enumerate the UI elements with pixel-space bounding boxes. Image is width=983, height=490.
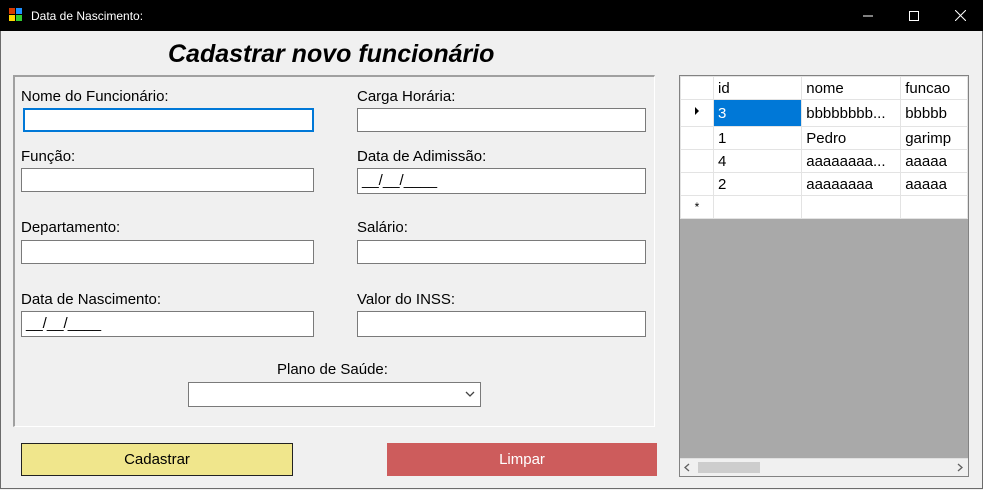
departamento-label: Departamento: xyxy=(21,219,121,236)
scroll-right-icon[interactable] xyxy=(955,463,964,472)
departamento-input[interactable] xyxy=(21,240,314,264)
funcionarios-grid[interactable]: id nome funcao 3 bbbbbbbb... bbbbb 1 Ped… xyxy=(679,75,969,477)
grid-cell-funcao[interactable]: garimp xyxy=(900,126,968,150)
plano-select[interactable] xyxy=(188,382,481,407)
new-row-marker: * xyxy=(680,195,714,219)
table-row[interactable]: 2 aaaaaaaa aaaaa xyxy=(680,172,968,196)
salario-label: Salário: xyxy=(357,219,408,236)
grid-cell-funcao[interactable]: aaaaa xyxy=(900,149,968,173)
grid-cell-id[interactable]: 2 xyxy=(712,172,803,196)
new-row[interactable]: * xyxy=(680,195,968,219)
table-row[interactable]: 3 bbbbbbbb... bbbbb xyxy=(680,99,968,127)
scroll-left-icon[interactable] xyxy=(683,463,692,472)
nome-label: Nome do Funcionário: xyxy=(21,88,169,105)
minimize-icon xyxy=(863,15,873,16)
grid-cell-nome[interactable]: aaaaaaaa... xyxy=(801,149,902,173)
close-button[interactable] xyxy=(937,0,983,31)
grid-cell-id[interactable] xyxy=(712,195,803,219)
nascimento-masked-input[interactable]: __/__/____ xyxy=(21,311,314,337)
row-header-current[interactable] xyxy=(680,99,714,127)
grid-cell-nome[interactable]: aaaaaaaa xyxy=(801,172,902,196)
column-header-nome[interactable]: nome xyxy=(801,76,902,100)
cadastrar-button[interactable]: Cadastrar xyxy=(21,443,293,476)
salario-input[interactable] xyxy=(357,240,646,264)
maximize-icon xyxy=(909,10,919,21)
grid-cell-funcao[interactable]: aaaaa xyxy=(900,172,968,196)
window-title: Data de Nascimento: xyxy=(31,9,144,23)
nascimento-label: Data de Nascimento: xyxy=(21,291,162,308)
row-header[interactable] xyxy=(680,149,714,173)
row-header[interactable] xyxy=(680,126,714,150)
admissao-label: Data de Adimissão: xyxy=(357,148,487,165)
app-icon xyxy=(9,8,23,22)
carga-input[interactable] xyxy=(357,108,646,132)
plano-label: Plano de Saúde: xyxy=(277,361,388,378)
funcao-input[interactable] xyxy=(21,168,314,192)
grid-header-row: id nome funcao xyxy=(680,76,968,100)
grid-cell-id[interactable]: 4 xyxy=(712,149,803,173)
close-icon xyxy=(954,10,966,21)
chevron-down-icon xyxy=(465,391,475,397)
nome-input[interactable] xyxy=(23,108,314,132)
grid-cell-id[interactable]: 3 xyxy=(712,99,803,127)
funcao-label: Função: xyxy=(21,148,76,165)
column-header-id[interactable]: id xyxy=(712,76,803,100)
carga-label: Carga Horária: xyxy=(357,88,456,105)
horizontal-scrollbar[interactable] xyxy=(680,458,968,476)
grid-cell-funcao[interactable]: bbbbb xyxy=(900,99,968,127)
page-title: Cadastrar novo funcionário xyxy=(168,40,495,68)
title-bar: Data de Nascimento: xyxy=(0,0,983,31)
minimize-button[interactable] xyxy=(845,0,891,31)
inss-input[interactable] xyxy=(357,311,646,337)
row-header[interactable] xyxy=(680,172,714,196)
limpar-button[interactable]: Limpar xyxy=(387,443,657,476)
grid-cell-nome[interactable]: Pedro xyxy=(801,126,902,150)
table-row[interactable]: 4 aaaaaaaa... aaaaa xyxy=(680,149,968,173)
grid-table: id nome funcao 3 bbbbbbbb... bbbbb 1 Ped… xyxy=(680,76,968,219)
grid-cell-nome[interactable]: bbbbbbbb... xyxy=(801,99,902,127)
scrollbar-thumb[interactable] xyxy=(698,462,760,473)
column-header-funcao[interactable]: funcao xyxy=(900,76,968,100)
admissao-masked-input[interactable]: __/__/____ xyxy=(357,168,646,194)
maximize-button[interactable] xyxy=(891,0,937,31)
inss-label: Valor do INSS: xyxy=(357,291,456,308)
grid-cell-funcao[interactable] xyxy=(900,195,968,219)
current-row-arrow-icon xyxy=(695,107,699,115)
table-row[interactable]: 1 Pedro garimp xyxy=(680,126,968,150)
grid-cell-id[interactable]: 1 xyxy=(712,126,803,150)
row-header-corner xyxy=(680,76,714,100)
grid-cell-nome[interactable] xyxy=(801,195,902,219)
